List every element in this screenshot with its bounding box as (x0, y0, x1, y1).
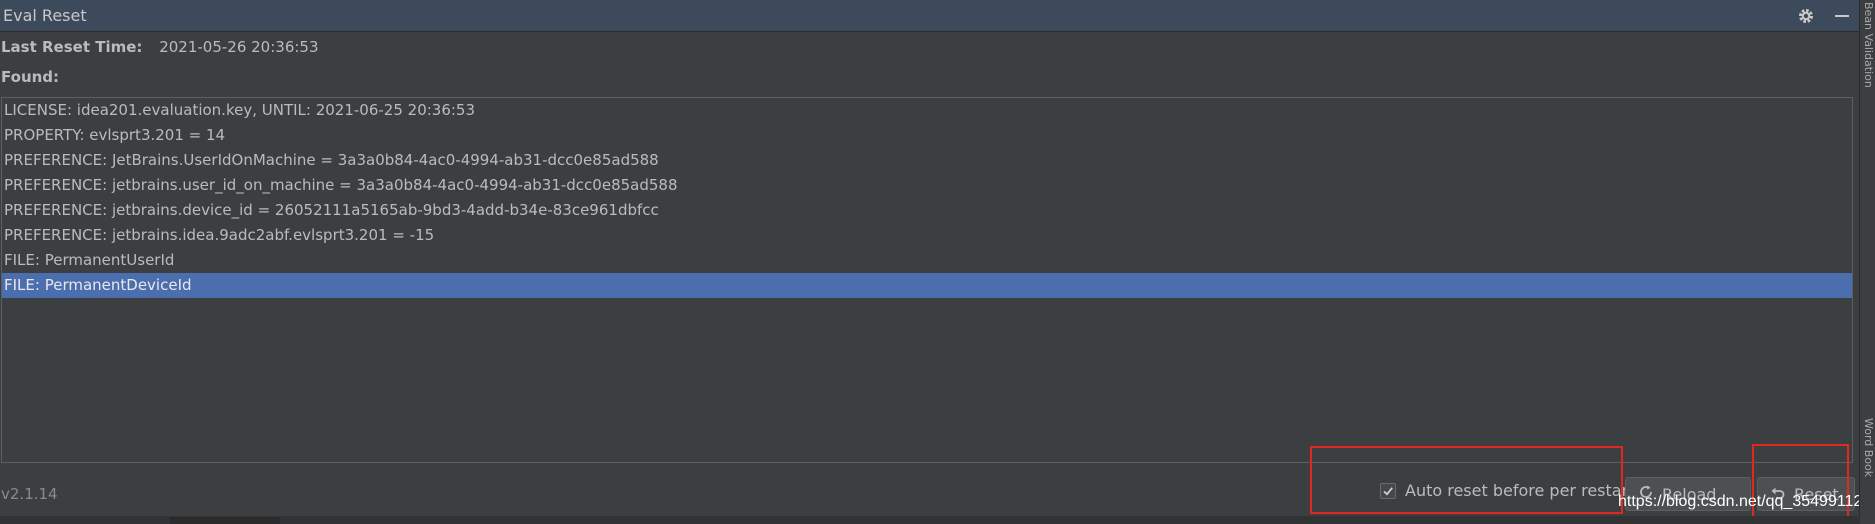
side-tab-word-book[interactable]: Word Book (1860, 418, 1875, 477)
watermark-text: https://blog.csdn.net/qq_35499112 (1618, 493, 1863, 510)
gear-icon[interactable] (1796, 6, 1816, 26)
found-row: Found: (1, 68, 59, 86)
tool-window-header: Eval Reset (0, 0, 1860, 32)
minimize-icon[interactable] (1832, 6, 1852, 26)
list-item[interactable]: LICENSE: idea201.evaluation.key, UNTIL: … (2, 98, 1852, 123)
header-actions (1796, 0, 1852, 31)
auto-reset-checkbox[interactable]: Auto reset before per restart (1380, 481, 1634, 500)
checkmark-icon[interactable] (1380, 482, 1396, 499)
bottom-tab[interactable] (170, 517, 280, 524)
list-item[interactable]: PREFERENCE: jetbrains.idea.9adc2abf.evls… (2, 223, 1852, 248)
list-item[interactable]: FILE: PermanentDeviceId (2, 273, 1852, 298)
list-item[interactable]: PREFERENCE: jetbrains.user_id_on_machine… (2, 173, 1852, 198)
list-item[interactable]: PREFERENCE: JetBrains.UserIdOnMachine = … (2, 148, 1852, 173)
last-reset-row: Last Reset Time: 2021-05-26 20:36:53 (1, 38, 319, 56)
last-reset-label: Last Reset Time: (1, 38, 143, 56)
list-item[interactable]: PROPERTY: evlsprt3.201 = 14 (2, 123, 1852, 148)
side-tab-bean-validation[interactable]: Bean Validation (1860, 2, 1875, 88)
last-reset-value: 2021-05-26 20:36:53 (159, 38, 319, 56)
version-label: v2.1.14 (1, 485, 58, 503)
tool-window-title: Eval Reset (3, 6, 87, 25)
found-label: Found: (1, 68, 60, 86)
list-item[interactable]: PREFERENCE: jetbrains.device_id = 260521… (2, 198, 1852, 223)
found-items-list[interactable]: LICENSE: idea201.evaluation.key, UNTIL: … (1, 97, 1853, 463)
list-item[interactable]: FILE: PermanentUserId (2, 248, 1852, 273)
auto-reset-label: Auto reset before per restart (1405, 481, 1635, 500)
